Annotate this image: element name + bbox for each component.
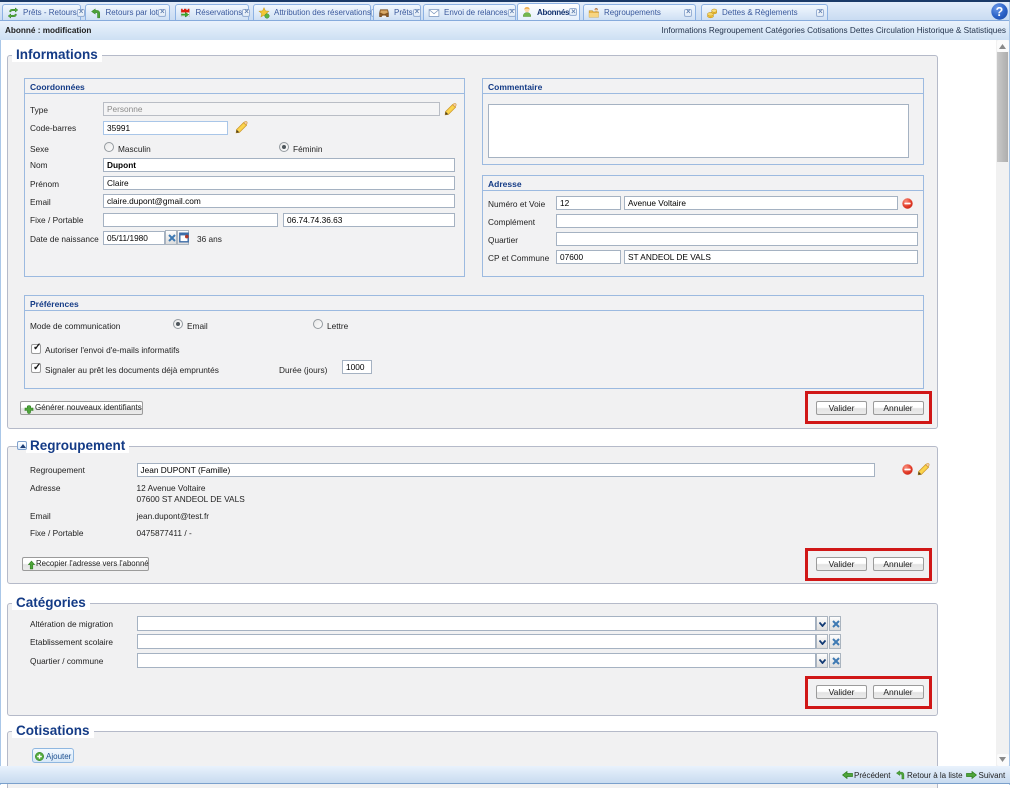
svg-text:?: ?	[996, 5, 1004, 19]
